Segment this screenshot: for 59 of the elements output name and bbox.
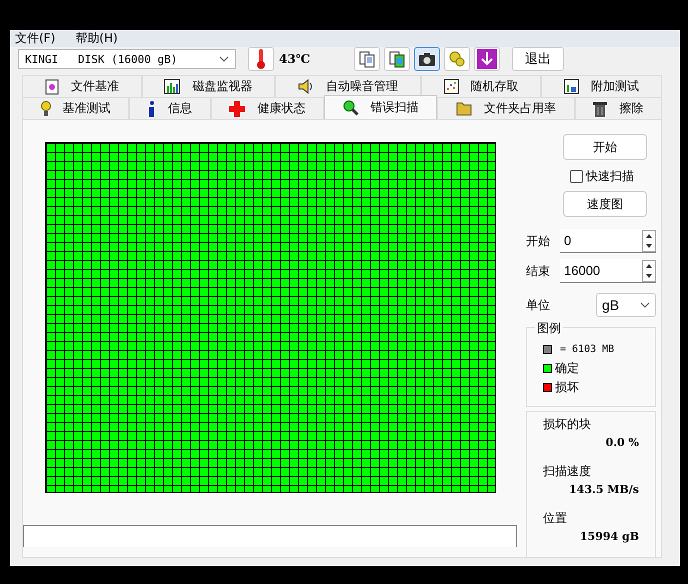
tab[interactable]: 错误扫描 (324, 95, 438, 119)
medical-cross-icon (229, 100, 246, 116)
lightbulb-icon (40, 100, 51, 116)
folder-icon (456, 101, 472, 116)
legend-label: 确定 (555, 360, 579, 377)
end-label: 结束 (526, 262, 550, 280)
exit-button[interactable]: 退出 (512, 47, 564, 71)
tab[interactable]: 信息 (129, 97, 211, 119)
legend-label: = 6103 MB (560, 344, 614, 355)
tab[interactable]: 自动噪音管理 (275, 75, 421, 97)
stat-label: 位置 (543, 510, 568, 527)
coins-icon (448, 50, 466, 68)
save-button[interactable] (474, 47, 500, 71)
menu-item[interactable]: 帮助(H) (75, 30, 118, 47)
bar-chart-icon (164, 79, 180, 94)
start-button[interactable]: 开始 (563, 134, 647, 160)
copy-image-button[interactable] (384, 47, 410, 71)
menu-item[interactable]: 文件(F) (15, 30, 56, 47)
tab[interactable]: 文件基准 (22, 75, 142, 97)
tab[interactable]: 基准测试 (22, 97, 130, 119)
start-spinbox[interactable]: 0 (560, 229, 656, 253)
tab[interactable]: 擦除 (574, 97, 662, 119)
magnifier-icon (342, 100, 359, 116)
drive-dropdown[interactable]: KINGI DISK (16000 gB) (18, 49, 236, 69)
stat-value: 0.0 % (606, 436, 639, 449)
temperature-reading: 43℃ (279, 52, 310, 66)
unit-dropdown[interactable]: gB (596, 293, 656, 317)
chart-window-icon (564, 79, 580, 94)
unit-label: 单位 (526, 296, 550, 314)
legend-label: 损坏 (555, 379, 579, 396)
tab[interactable]: 健康状态 (210, 97, 324, 119)
options-button[interactable] (444, 47, 470, 71)
thermometer-icon (256, 48, 266, 70)
stat-label: 损坏的块 (543, 416, 592, 433)
tab[interactable]: 随机存取 (420, 75, 542, 97)
speaker-icon (298, 79, 314, 94)
tab[interactable]: 文件夹占用率 (437, 97, 575, 119)
stat-label: 扫描速度 (543, 463, 592, 480)
legend-title: 图例 (535, 320, 563, 337)
end-spinbox[interactable]: 16000 (560, 259, 656, 283)
document-icon (44, 78, 59, 94)
thermometer-button[interactable] (248, 47, 274, 71)
scatter-chart-icon (444, 79, 459, 94)
chevron-down-icon (640, 302, 650, 308)
trash-icon (593, 100, 608, 116)
speed-chart-button[interactable]: 速度图 (563, 191, 647, 217)
screenshot-button[interactable] (414, 47, 440, 71)
tab[interactable]: 磁盘监视器 (142, 75, 276, 97)
stat-value: 143.5 MB/s (569, 483, 639, 496)
copy-image-icon (388, 50, 406, 68)
tab[interactable]: 附加测试 (541, 75, 662, 97)
info-icon (148, 100, 156, 116)
start-label: 开始 (526, 232, 550, 250)
copy-button[interactable] (354, 47, 380, 71)
quick-scan-checkbox[interactable]: 快速扫描 (570, 168, 634, 185)
chevron-down-icon (219, 56, 229, 62)
copy-icon (358, 50, 376, 68)
camera-icon (418, 51, 436, 67)
stat-value: 15994 gB (580, 530, 639, 543)
